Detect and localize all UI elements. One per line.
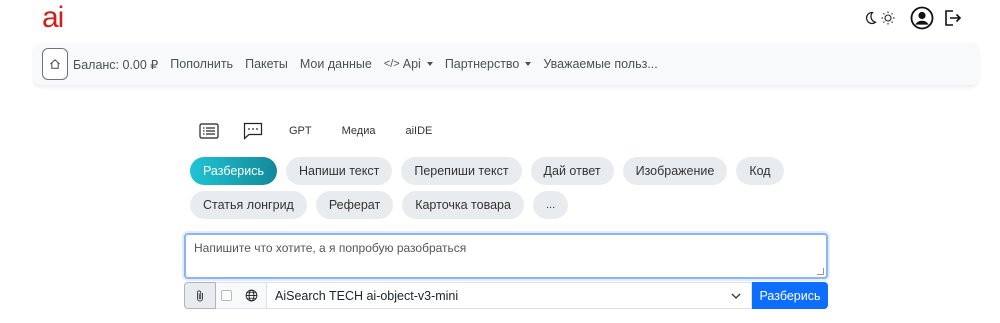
list-icon[interactable] xyxy=(198,123,220,139)
tab-gpt[interactable]: GPT xyxy=(289,125,312,137)
pill-rewrite-text[interactable]: Перепиши текст xyxy=(401,157,522,185)
submit-button[interactable]: Разберись xyxy=(752,282,828,309)
prompt-placeholder: Напишите что хотите, а я попробую разобр… xyxy=(194,241,467,255)
pill-longread[interactable]: Статья лонгрид xyxy=(190,191,307,219)
option-checkbox-cell xyxy=(216,282,236,309)
nav-my-data[interactable]: Мои данные xyxy=(300,57,372,71)
header-actions xyxy=(862,6,962,30)
paperclip-icon xyxy=(197,289,203,301)
pill-answer[interactable]: Дай ответ xyxy=(530,157,614,185)
web-search-checkbox[interactable] xyxy=(220,290,232,301)
nav-partnership-label: Партнерство xyxy=(444,57,520,71)
model-select-value: AiSearch TECH ai-object-v3-mini xyxy=(275,288,459,303)
model-select[interactable]: AiSearch TECH ai-object-v3-mini xyxy=(266,282,752,309)
main-navbar: Баланс: 0.00 ₽ Пополнить Пакеты Мои данн… xyxy=(34,43,978,85)
nav-api-label: Api xyxy=(402,57,421,71)
tab-aiide[interactable]: aiIDE xyxy=(405,125,432,137)
sun-icon[interactable] xyxy=(880,10,896,26)
pill-image[interactable]: Изображение xyxy=(622,157,728,185)
user-circle-icon[interactable] xyxy=(910,6,934,30)
theme-toggle[interactable] xyxy=(862,10,896,26)
home-icon xyxy=(50,59,60,69)
globe-cell xyxy=(236,282,266,309)
nav-balance[interactable]: Баланс: 0.00 ₽ xyxy=(73,57,158,72)
nav-notice[interactable]: Уважаемые польз... xyxy=(543,57,657,71)
globe-icon xyxy=(245,289,257,302)
nav-api-dropdown[interactable]: </> Api xyxy=(384,57,433,71)
pill-product-card[interactable]: Карточка товара xyxy=(402,191,524,219)
task-pills-row-1: Разберись Напиши текст Перепиши текст Да… xyxy=(190,157,784,185)
resize-handle[interactable] xyxy=(817,268,824,275)
caret-down-icon xyxy=(525,62,532,66)
chat-icon[interactable] xyxy=(242,122,264,140)
nav-partnership-dropdown[interactable]: Партнерство xyxy=(445,57,532,71)
mode-tabs: GPT Медиа aiIDE xyxy=(198,122,432,140)
code-icon: </> xyxy=(383,58,400,70)
pill-understand[interactable]: Разберись xyxy=(190,157,277,185)
chevron-down-icon xyxy=(731,293,741,299)
pill-essay[interactable]: Реферат xyxy=(315,191,394,219)
tab-media[interactable]: Медиа xyxy=(342,125,376,137)
nav-topup[interactable]: Пополнить xyxy=(170,57,233,71)
moon-icon[interactable] xyxy=(862,10,878,26)
task-pills-row-2: Статья лонгрид Реферат Карточка товара .… xyxy=(190,191,569,219)
caret-down-icon xyxy=(426,62,433,66)
home-button[interactable] xyxy=(42,48,68,80)
prompt-input[interactable]: Напишите что хотите, а я попробую разобр… xyxy=(184,233,828,279)
logout-icon[interactable] xyxy=(942,8,962,28)
pill-more[interactable]: ... xyxy=(532,191,569,219)
app-logo[interactable]: ai xyxy=(42,3,64,33)
prompt-toolbar: AiSearch TECH ai-object-v3-mini Разберис… xyxy=(184,282,828,309)
nav-packages[interactable]: Пакеты xyxy=(245,57,288,71)
attach-button[interactable] xyxy=(184,282,216,309)
pill-write-text[interactable]: Напиши текст xyxy=(286,157,393,185)
pill-code[interactable]: Код xyxy=(736,157,784,185)
